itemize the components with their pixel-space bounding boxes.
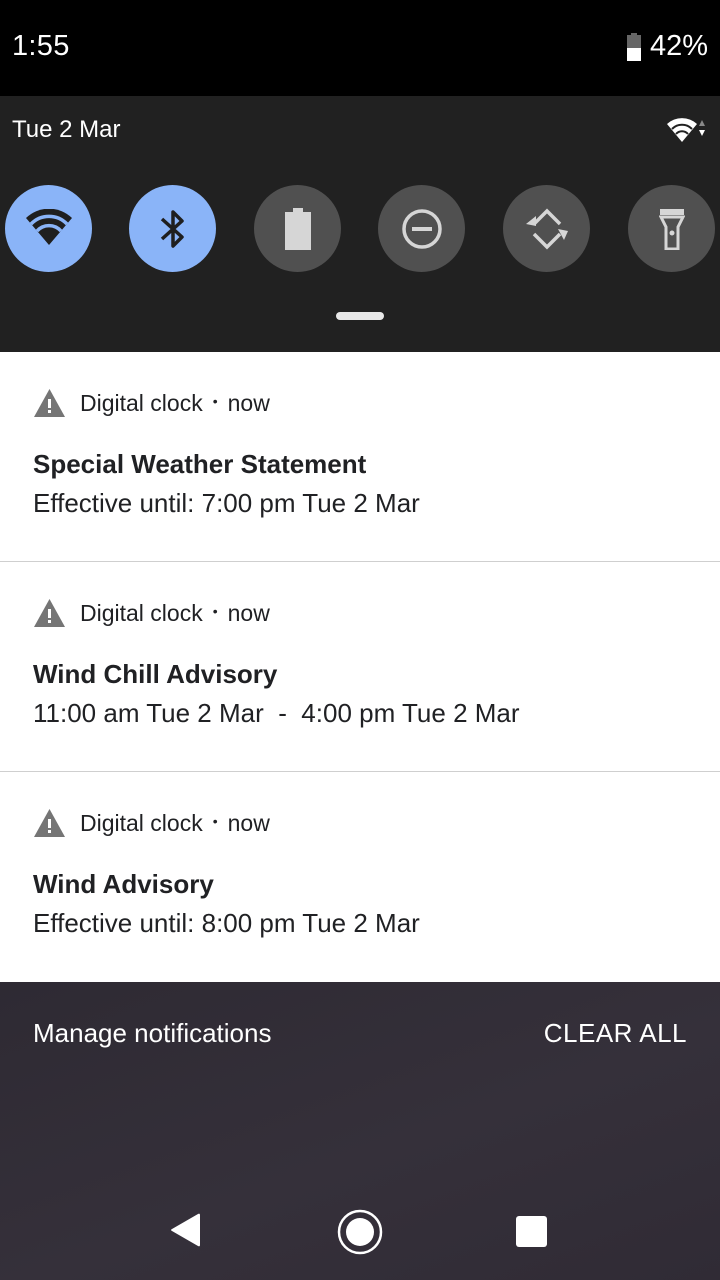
do-not-disturb-icon [401,208,442,249]
notification-body: Effective until: 7:00 pm Tue 2 Mar [33,488,420,518]
notification-time: now [227,809,270,836]
notification-time: now [227,599,270,626]
quick-settings-tiles [5,185,717,272]
battery-icon [284,207,311,250]
separator-dot: • [212,603,218,619]
tile-auto-rotate[interactable] [503,185,590,272]
tile-wifi[interactable] [5,185,92,272]
notification-header: Digital clock • now [33,808,270,838]
bluetooth-icon [160,209,184,248]
notification-app-name: Digital clock [80,599,203,626]
notification-time: now [227,389,270,416]
notification-item[interactable]: Digital clock • now Wind Chill Advisory … [0,562,720,772]
wifi-icon [25,208,72,245]
qs-date: Tue 2 Mar [12,116,121,143]
notification-header: Digital clock • now [33,598,270,628]
separator-dot: • [212,813,218,829]
tile-flashlight[interactable] [628,185,715,272]
battery-percent: 42% [649,30,708,62]
home-icon[interactable] [337,1209,383,1255]
tile-bluetooth[interactable] [129,185,216,272]
warning-icon [34,599,65,627]
wifi-signal-icon [667,118,705,142]
status-time: 1:55 [12,30,70,62]
notification-app-name: Digital clock [80,809,203,836]
tile-battery-saver[interactable] [254,185,341,272]
notification-list: Digital clock • now Special Weather Stat… [0,352,720,983]
flashlight-icon [658,208,685,250]
status-indicators: 42% [626,30,708,63]
notification-body: 11:00 am Tue 2 Mar - 4:00 pm Tue 2 Mar [33,698,520,728]
auto-rotate-icon [525,208,568,249]
separator-dot: • [212,393,218,409]
battery-icon [626,32,641,61]
qs-drag-handle[interactable] [336,312,384,320]
warning-icon [34,809,65,837]
back-icon[interactable] [170,1213,202,1247]
clear-all-button[interactable]: CLEAR ALL [544,1018,687,1049]
notification-body: Effective until: 8:00 pm Tue 2 Mar [33,908,420,938]
notification-item[interactable]: Digital clock • now Wind Advisory Effect… [0,772,720,983]
status-bar: 1:55 42% [0,0,720,96]
notification-title: Special Weather Statement [33,449,367,479]
notification-title: Wind Advisory [33,869,214,899]
recents-icon[interactable] [516,1216,547,1247]
manage-notifications-button[interactable]: Manage notifications [33,1018,271,1049]
notification-header: Digital clock • now [33,388,270,418]
notification-title: Wind Chill Advisory [33,659,278,689]
quick-settings-panel: Tue 2 Mar [0,96,720,352]
warning-icon [34,389,65,417]
notification-app-name: Digital clock [80,389,203,416]
tile-do-not-disturb[interactable] [378,185,465,272]
notification-item[interactable]: Digital clock • now Special Weather Stat… [0,352,720,562]
